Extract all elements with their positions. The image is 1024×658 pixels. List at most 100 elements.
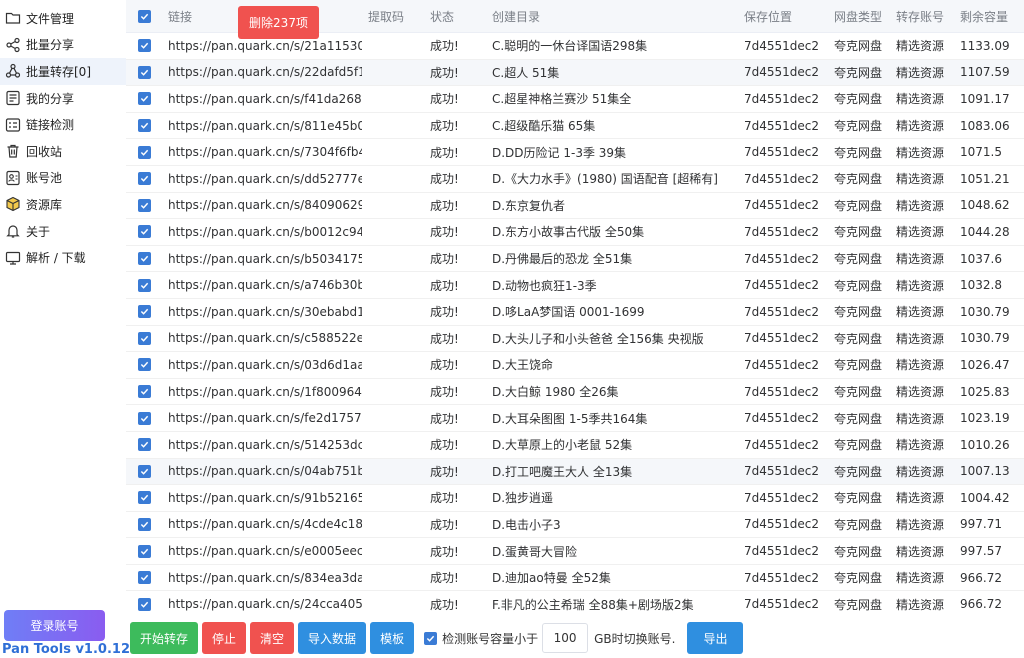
- check-capacity-checkbox[interactable]: [424, 631, 438, 645]
- row-type: 夸克网盘: [834, 385, 883, 400]
- select-all-checkbox[interactable]: [126, 9, 162, 23]
- sidebar-item-account-pool[interactable]: 账号池: [0, 165, 126, 192]
- row-link[interactable]: https://pan.quark.cn/s/fe2d17578: [162, 411, 362, 425]
- row-checkbox[interactable]: [126, 252, 162, 266]
- row-checkbox[interactable]: [126, 331, 162, 345]
- row-checkbox[interactable]: [126, 597, 162, 611]
- table-row[interactable]: https://pan.quark.cn/s/e0005eec 成功! D.蛋黄哥大…: [126, 538, 1024, 565]
- sidebar-item-parse-download[interactable]: 解析 / 下载: [0, 244, 126, 271]
- row-checkbox[interactable]: [126, 119, 162, 133]
- table-row[interactable]: https://pan.quark.cn/s/811e45b0 成功! C.超级酷乐…: [126, 113, 1024, 140]
- row-link[interactable]: https://pan.quark.cn/s/514253dc: [162, 438, 362, 452]
- row-dir: D.东京复仇者: [492, 198, 566, 213]
- row-checkbox[interactable]: [126, 571, 162, 585]
- row-checkbox[interactable]: [126, 225, 162, 239]
- row-checkbox[interactable]: [126, 65, 162, 79]
- row-link[interactable]: https://pan.quark.cn/s/b0012c94: [162, 225, 362, 239]
- row-link[interactable]: https://pan.quark.cn/s/30ebabd1: [162, 305, 362, 319]
- table-row[interactable]: https://pan.quark.cn/s/7304f6fb4 成功! D.DD历…: [126, 139, 1024, 166]
- table-row[interactable]: https://pan.quark.cn/s/f41da2680 成功! C.超星神…: [126, 86, 1024, 113]
- row-link[interactable]: https://pan.quark.cn/s/24cca405f: [162, 597, 362, 611]
- row-checkbox[interactable]: [126, 491, 162, 505]
- template-button[interactable]: 模板: [370, 622, 415, 654]
- row-link[interactable]: https://pan.quark.cn/s/b5034175: [162, 252, 362, 266]
- sidebar-item-about[interactable]: 关于: [0, 218, 126, 245]
- table-row[interactable]: https://pan.quark.cn/s/a746b30b 成功! D.动物也疯…: [126, 272, 1024, 299]
- row-checkbox[interactable]: [126, 198, 162, 212]
- sidebar-item-my-share[interactable]: 我的分享: [0, 85, 126, 112]
- capacity-threshold-input[interactable]: [542, 623, 589, 653]
- row-link[interactable]: https://pan.quark.cn/s/22dafd5f1: [162, 65, 362, 79]
- row-link[interactable]: https://pan.quark.cn/s/811e45b0: [162, 119, 362, 133]
- table-row[interactable]: https://pan.quark.cn/s/03d6d1aa 成功! D.大王饶命…: [126, 352, 1024, 379]
- table-row[interactable]: https://pan.quark.cn/s/84090629 成功! D.东京复仇…: [126, 193, 1024, 220]
- row-checkbox[interactable]: [126, 438, 162, 452]
- row-checkbox[interactable]: [126, 544, 162, 558]
- row-link[interactable]: https://pan.quark.cn/s/dd52777e: [162, 172, 362, 186]
- row-checkbox[interactable]: [126, 39, 162, 53]
- row-checkbox[interactable]: [126, 92, 162, 106]
- table-row[interactable]: https://pan.quark.cn/s/514253dc 成功! D.大草原上…: [126, 432, 1024, 459]
- row-link[interactable]: https://pan.quark.cn/s/03d6d1aa: [162, 358, 362, 372]
- table-row[interactable]: https://pan.quark.cn/s/4cde4c18 成功! D.电击小子…: [126, 512, 1024, 539]
- row-account: 精选资源: [896, 92, 945, 107]
- delete-selected-button[interactable]: 删除237项: [238, 5, 319, 39]
- row-link[interactable]: https://pan.quark.cn/s/4cde4c18: [162, 517, 362, 531]
- row-account: 精选资源: [896, 145, 945, 160]
- row-status: 成功!: [430, 385, 459, 400]
- row-link[interactable]: https://pan.quark.cn/s/91b52165: [162, 491, 362, 505]
- row-dir: C.超级酷乐猫 65集: [492, 119, 596, 134]
- table-row[interactable]: https://pan.quark.cn/s/22dafd5f1 成功! C.超人 …: [126, 59, 1024, 87]
- table-row[interactable]: https://pan.quark.cn/s/b5034175 成功! D.丹佛最后…: [126, 246, 1024, 273]
- row-dir: D.迪加ao特曼 全52集: [492, 571, 611, 586]
- row-checkbox[interactable]: [126, 278, 162, 292]
- sidebar-item-library[interactable]: 资源库: [0, 191, 126, 218]
- monitor-icon: [4, 249, 22, 267]
- row-link[interactable]: https://pan.quark.cn/s/e0005eec: [162, 544, 362, 558]
- row-dir: D.大草原上的小老鼠 52集: [492, 438, 633, 453]
- sidebar-item-link-check[interactable]: 链接检测: [0, 111, 126, 138]
- row-checkbox[interactable]: [126, 305, 162, 319]
- row-link[interactable]: https://pan.quark.cn/s/1f800964c: [162, 385, 362, 399]
- row-link[interactable]: https://pan.quark.cn/s/f41da2680: [162, 92, 362, 106]
- column-header-status: 状态: [430, 9, 455, 24]
- row-type: 夸克网盘: [834, 331, 883, 346]
- table-row[interactable]: https://pan.quark.cn/s/c588522e 成功! D.大头儿子…: [126, 326, 1024, 353]
- sidebar-item-batch-transfer[interactable]: 批量转存[0]: [0, 58, 126, 85]
- row-dir: D.《大力水手》(1980) 国语配音 [超稀有]: [492, 172, 718, 187]
- row-checkbox[interactable]: [126, 172, 162, 186]
- import-data-button[interactable]: 导入数据: [298, 622, 367, 654]
- row-link[interactable]: https://pan.quark.cn/s/21a11530f: [162, 39, 362, 53]
- table-row[interactable]: https://pan.quark.cn/s/834ea3da 成功! D.迪加ao…: [126, 565, 1024, 592]
- row-link[interactable]: https://pan.quark.cn/s/7304f6fb4: [162, 145, 362, 159]
- row-status: 成功!: [430, 145, 459, 160]
- table-row[interactable]: https://pan.quark.cn/s/24cca405f 成功! F.非凡的…: [126, 591, 1024, 616]
- row-checkbox[interactable]: [126, 411, 162, 425]
- start-transfer-button[interactable]: 开始转存: [130, 622, 199, 654]
- sidebar-item-file-manager[interactable]: 文件管理: [0, 5, 126, 32]
- table-row[interactable]: https://pan.quark.cn/s/dd52777e 成功! D.《大力水…: [126, 166, 1024, 193]
- table-row[interactable]: https://pan.quark.cn/s/91b52165 成功! D.独步逍遥…: [126, 485, 1024, 512]
- table-row[interactable]: https://pan.quark.cn/s/1f800964c 成功! D.大白鲸…: [126, 379, 1024, 406]
- row-checkbox[interactable]: [126, 517, 162, 531]
- table-row[interactable]: https://pan.quark.cn/s/fe2d17578 成功! D.大耳朵…: [126, 405, 1024, 432]
- row-link[interactable]: https://pan.quark.cn/s/c588522e: [162, 331, 362, 345]
- sidebar-item-recycle-bin[interactable]: 回收站: [0, 138, 126, 165]
- row-link[interactable]: https://pan.quark.cn/s/84090629: [162, 198, 362, 212]
- row-link[interactable]: https://pan.quark.cn/s/04ab751b: [162, 464, 362, 478]
- row-checkbox[interactable]: [126, 358, 162, 372]
- sidebar-item-batch-share[interactable]: 批量分享: [0, 32, 126, 59]
- row-type: 夸克网盘: [834, 571, 883, 586]
- login-account-button[interactable]: 登录账号: [4, 610, 105, 641]
- row-link[interactable]: https://pan.quark.cn/s/834ea3da: [162, 571, 362, 585]
- clear-button[interactable]: 清空: [250, 622, 295, 654]
- row-checkbox[interactable]: [126, 385, 162, 399]
- row-checkbox[interactable]: [126, 464, 162, 478]
- row-link[interactable]: https://pan.quark.cn/s/a746b30b: [162, 278, 362, 292]
- stop-button[interactable]: 停止: [202, 622, 247, 654]
- row-checkbox[interactable]: [126, 145, 162, 159]
- table-row[interactable]: https://pan.quark.cn/s/30ebabd1 成功! D.哆LaA…: [126, 299, 1024, 326]
- table-row[interactable]: https://pan.quark.cn/s/04ab751b 成功! D.打工吧魔…: [126, 458, 1024, 486]
- export-button[interactable]: 导出: [687, 622, 744, 654]
- table-row[interactable]: https://pan.quark.cn/s/b0012c94 成功! D.东方小故…: [126, 219, 1024, 246]
